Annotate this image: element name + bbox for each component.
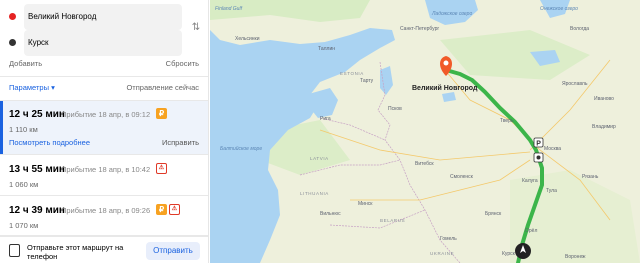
water-label: Онежское озеро bbox=[540, 6, 578, 12]
point-actions: Добавить Сбросить bbox=[9, 59, 199, 71]
phone-icon bbox=[9, 244, 20, 257]
route-end-pin-icon[interactable] bbox=[515, 243, 531, 259]
city-label: Витебск bbox=[415, 161, 434, 167]
city-label: Смоленск bbox=[450, 174, 474, 180]
reset-link[interactable]: Сбросить bbox=[166, 59, 199, 68]
city-label: Минск bbox=[358, 201, 373, 207]
route-distance: 1 060 км bbox=[9, 180, 39, 189]
route-panel: Великий Новгород ⇅ Курск Добавить Сброси… bbox=[0, 0, 209, 263]
city-label: Таллин bbox=[318, 46, 335, 52]
city-label: Брянск bbox=[485, 211, 502, 217]
city-label: Владимир bbox=[592, 124, 616, 130]
city-label: Тарту bbox=[360, 78, 374, 84]
city-label: Курск bbox=[502, 251, 516, 257]
city-label: Гомель bbox=[440, 236, 457, 242]
route-duration: 13 ч 55 мин bbox=[9, 164, 65, 175]
country-label: UKRAINE bbox=[430, 251, 454, 256]
fix-link[interactable]: Исправить bbox=[162, 138, 199, 147]
from-field[interactable]: Великий Новгород bbox=[24, 4, 182, 30]
details-link[interactable]: Посмотреть подробнее bbox=[9, 138, 90, 147]
route-duration: 12 ч 39 мин bbox=[9, 205, 65, 216]
city-label: Тверь bbox=[500, 118, 514, 124]
water-label: Finland Gulf bbox=[215, 6, 243, 12]
city-label: Рига bbox=[320, 116, 331, 122]
divider bbox=[0, 76, 208, 77]
map-view[interactable]: ESTONIA LATVIA LITHUANIA BELARUS UKRAINE… bbox=[210, 0, 640, 263]
warning-icon: ⚠ bbox=[169, 204, 180, 215]
city-label: Москва bbox=[544, 146, 561, 152]
city-label: Рязань bbox=[582, 174, 599, 180]
send-button[interactable]: Отправить bbox=[146, 242, 200, 260]
country-label: BELARUS bbox=[380, 218, 405, 223]
route-distance: 1 110 км bbox=[9, 125, 38, 134]
route-option-2[interactable]: 13 ч 55 мин Прибытие 18 апр, в 10:42 ⚠ 1… bbox=[0, 156, 208, 196]
city-label: Тула bbox=[546, 188, 557, 194]
route-point-from: Великий Новгород bbox=[0, 4, 208, 30]
destination-label: Великий Новгород bbox=[412, 84, 478, 92]
toll-marker-icon[interactable]: P bbox=[533, 137, 544, 148]
start-point-icon bbox=[9, 13, 16, 20]
selected-indicator bbox=[0, 101, 3, 154]
send-to-phone-bar: Отправьте этот маршрут на телефон Отправ… bbox=[0, 236, 208, 263]
send-to-phone-text: Отправьте этот маршрут на телефон bbox=[27, 243, 124, 261]
city-label: Хельсинки bbox=[235, 36, 260, 42]
water-label: Балтийское море bbox=[220, 145, 262, 152]
warning-icon: ⚠ bbox=[156, 163, 167, 174]
water-label: Ладожское озеро bbox=[431, 11, 472, 17]
city-label: Псков bbox=[388, 106, 402, 112]
options-row: Параметры ▾ Отправление сейчас bbox=[9, 83, 199, 95]
departure-selector[interactable]: Отправление сейчас bbox=[126, 83, 199, 92]
city-label: Вологда bbox=[570, 26, 589, 32]
country-label: LITHUANIA bbox=[300, 191, 329, 196]
toll-icon: ₽ bbox=[156, 108, 167, 119]
city-label: Орёл bbox=[525, 228, 537, 234]
city-label: Воронеж bbox=[565, 254, 586, 260]
camera-marker-icon[interactable] bbox=[533, 152, 544, 163]
country-label: ESTONIA bbox=[340, 71, 364, 76]
route-option-3[interactable]: 12 ч 39 мин Прибытие 18 апр, в 09:26 ₽ ⚠… bbox=[0, 197, 208, 236]
route-point-to: Курск bbox=[0, 30, 208, 56]
map-canvas[interactable]: ESTONIA LATVIA LITHUANIA BELARUS UKRAINE… bbox=[210, 0, 640, 263]
route-arrival: Прибытие 18 апр, в 09:26 bbox=[61, 206, 151, 215]
route-arrival: Прибытие 18 апр, в 09:12 bbox=[61, 110, 151, 119]
route-distance: 1 070 км bbox=[9, 221, 39, 230]
svg-text:P: P bbox=[536, 141, 541, 148]
route-option-1[interactable]: 12 ч 25 мин Прибытие 18 апр, в 09:12 ₽ 1… bbox=[0, 101, 208, 155]
add-point-link[interactable]: Добавить bbox=[9, 59, 42, 68]
route-arrival: Прибытие 18 апр, в 10:42 bbox=[61, 165, 151, 174]
country-label: LATVIA bbox=[310, 156, 329, 161]
route-duration: 12 ч 25 мин bbox=[9, 109, 65, 120]
to-field[interactable]: Курск bbox=[24, 30, 182, 56]
end-point-icon bbox=[9, 39, 16, 46]
city-label: Вильнюс bbox=[320, 211, 341, 217]
city-label: Ярославль bbox=[562, 81, 588, 87]
city-label: Санкт-Петербург bbox=[400, 26, 439, 32]
city-label: Иваново bbox=[594, 96, 614, 102]
params-dropdown[interactable]: Параметры ▾ bbox=[9, 83, 55, 92]
city-label: Калуга bbox=[522, 178, 538, 184]
toll-icon: ₽ bbox=[156, 204, 167, 215]
